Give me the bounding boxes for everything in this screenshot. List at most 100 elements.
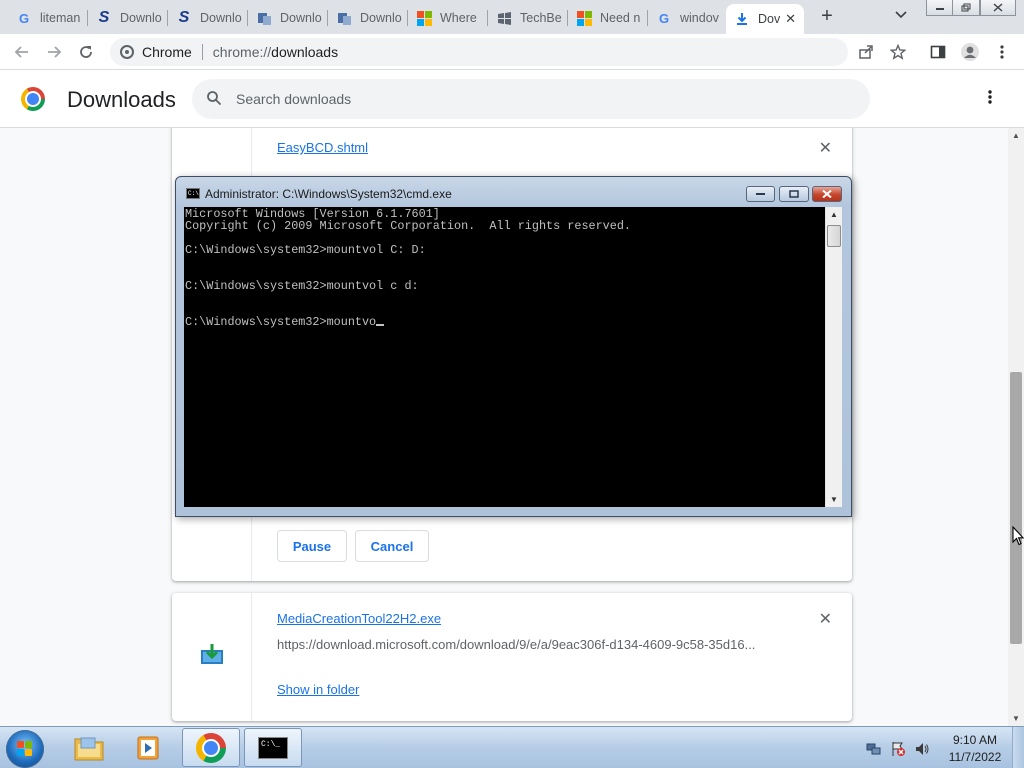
cmd-scrollbar[interactable]: ▲ ▼ [825,207,842,507]
cmd-maximize-button[interactable] [779,186,809,202]
softpedia-icon: S [178,9,190,26]
search-input[interactable] [236,79,836,119]
close-window-button[interactable] [980,0,1016,16]
cmd-console-output[interactable]: Microsoft Windows [Version 6.1.7601] Cop… [184,207,825,507]
share-icon[interactable] [856,42,876,62]
google-icon: G [18,10,30,26]
chrome-logo-icon [21,87,45,111]
url-scheme: chrome:// [212,44,272,60]
cmd-taskbar-icon-text: C:\_ [261,739,281,749]
taskbar-explorer-button[interactable] [60,728,118,767]
cancel-button[interactable]: Cancel [355,530,429,562]
restore-window-button[interactable] [952,0,980,16]
downloads-header: Downloads [0,71,1024,128]
cmd-window[interactable]: C:\ Administrator: C:\Windows\System32\c… [175,176,852,517]
tab-google-liteman[interactable]: G liteman [8,4,88,32]
pause-button[interactable]: Pause [277,530,347,562]
tab-techbench[interactable]: TechBe [488,4,568,32]
forward-arrow-icon[interactable] [44,42,64,62]
tab-title: Downlo [120,11,162,25]
taskbar-cmd-button[interactable]: C:\_ [244,728,302,767]
remove-download-close-icon[interactable]: ✕ [819,609,832,629]
tab-title: Downlo [280,11,322,25]
back-arrow-icon[interactable] [12,42,32,62]
tab-search-chevron-icon[interactable] [895,8,907,22]
tab-download-site-2[interactable]: Downlo [328,4,408,32]
tab-microsoft-where[interactable]: Where [408,4,488,32]
action-center-flag-icon[interactable] [890,741,906,757]
downloads-menu-icon[interactable] [980,89,1000,109]
taskbar-media-player-button[interactable] [120,728,178,767]
microsoft-icon [416,10,432,26]
clock-date[interactable]: 11/7/2022 [944,750,1006,764]
folder-icon [74,737,104,760]
url-text[interactable]: chrome://downloads [213,44,338,60]
chrome-site-icon [120,45,134,59]
minimize-window-button[interactable] [926,0,954,16]
tab-close-icon[interactable]: ✕ [785,11,796,27]
tab-title: Downlo [360,11,402,25]
address-divider [201,44,203,60]
microsoft-icon [576,10,592,26]
console-prompt-line: C:\Windows\system32>mountvo [185,316,824,328]
side-panel-icon[interactable] [928,42,948,62]
tab-downloads-active[interactable]: Dov ✕ [726,4,804,34]
download-source-url: https://download.microsoft.com/download/… [277,637,756,652]
tab-title: Need n [600,11,641,25]
console-line: C:\Windows\system32>mountvol C: D: [185,243,426,257]
show-desktop-button[interactable] [1012,727,1024,768]
cmd-window-icon: C:\ [186,188,200,199]
techbench-icon [496,10,512,26]
tab-title: Downlo [200,11,242,25]
downloads-search-bar[interactable] [192,79,870,119]
media-player-icon [137,736,159,759]
cmd-scroll-up-arrow-icon[interactable]: ▲ [830,210,838,219]
cmd-minimize-button[interactable] [746,186,775,202]
new-tab-button[interactable]: + [817,6,837,26]
cmd-close-button[interactable] [812,186,842,202]
scrollbar-thumb[interactable] [1010,372,1022,644]
volume-icon[interactable] [914,741,930,757]
cmd-scroll-down-arrow-icon[interactable]: ▼ [830,495,838,504]
search-icon [207,91,222,106]
clock-time[interactable]: 9:10 AM [944,733,1006,747]
scroll-up-arrow-icon[interactable]: ▲ [1012,131,1020,140]
tab-download-site-1[interactable]: Downlo [248,4,328,32]
profile-avatar-icon[interactable] [960,42,980,62]
browser-menu-icon[interactable] [992,42,1012,62]
bookmark-star-icon[interactable] [888,42,908,62]
download-icon [734,11,750,27]
start-button[interactable] [6,730,44,768]
tab-title: windov [680,11,719,25]
network-icon[interactable] [866,741,882,757]
site-label: Chrome [142,44,192,60]
installer-file-icon [201,644,223,664]
download-filename-link[interactable]: MediaCreationTool22H2.exe [277,611,441,626]
address-bar[interactable]: Chrome chrome://downloads [110,38,848,66]
download-site-icon [256,10,272,26]
tab-title: TechBe [520,11,562,25]
page-title: Downloads [67,87,176,112]
show-in-folder-link[interactable]: Show in folder [277,682,359,697]
cmd-scrollbar-thumb[interactable] [827,225,841,247]
reload-icon[interactable] [76,42,96,62]
remove-download-close-icon[interactable]: ✕ [819,138,832,158]
tab-google-windows[interactable]: G windov [648,4,728,32]
scroll-down-arrow-icon[interactable]: ▼ [1012,714,1020,723]
windows-logo-icon [17,741,33,757]
tab-title: Where [440,11,477,25]
tab-strip: G liteman S Downlo S Downlo Downlo Downl… [0,0,1024,34]
cmd-taskbar-icon: C:\_ [258,736,288,759]
tab-title: Dov [758,12,781,26]
softpedia-icon: S [98,9,110,26]
taskbar-chrome-button[interactable] [182,728,240,767]
tab-softpedia-download-1[interactable]: S Downlo [88,4,168,32]
download-item: MediaCreationTool22H2.exe ✕ https://down… [172,593,852,721]
tab-microsoft-need[interactable]: Need n [568,4,648,32]
page-scrollbar[interactable]: ▲ ▼ [1008,128,1024,726]
tab-title: liteman [40,11,81,25]
tab-softpedia-download-2[interactable]: S Downlo [168,4,248,32]
download-filename-link[interactable]: EasyBCD.shtml [277,140,368,155]
